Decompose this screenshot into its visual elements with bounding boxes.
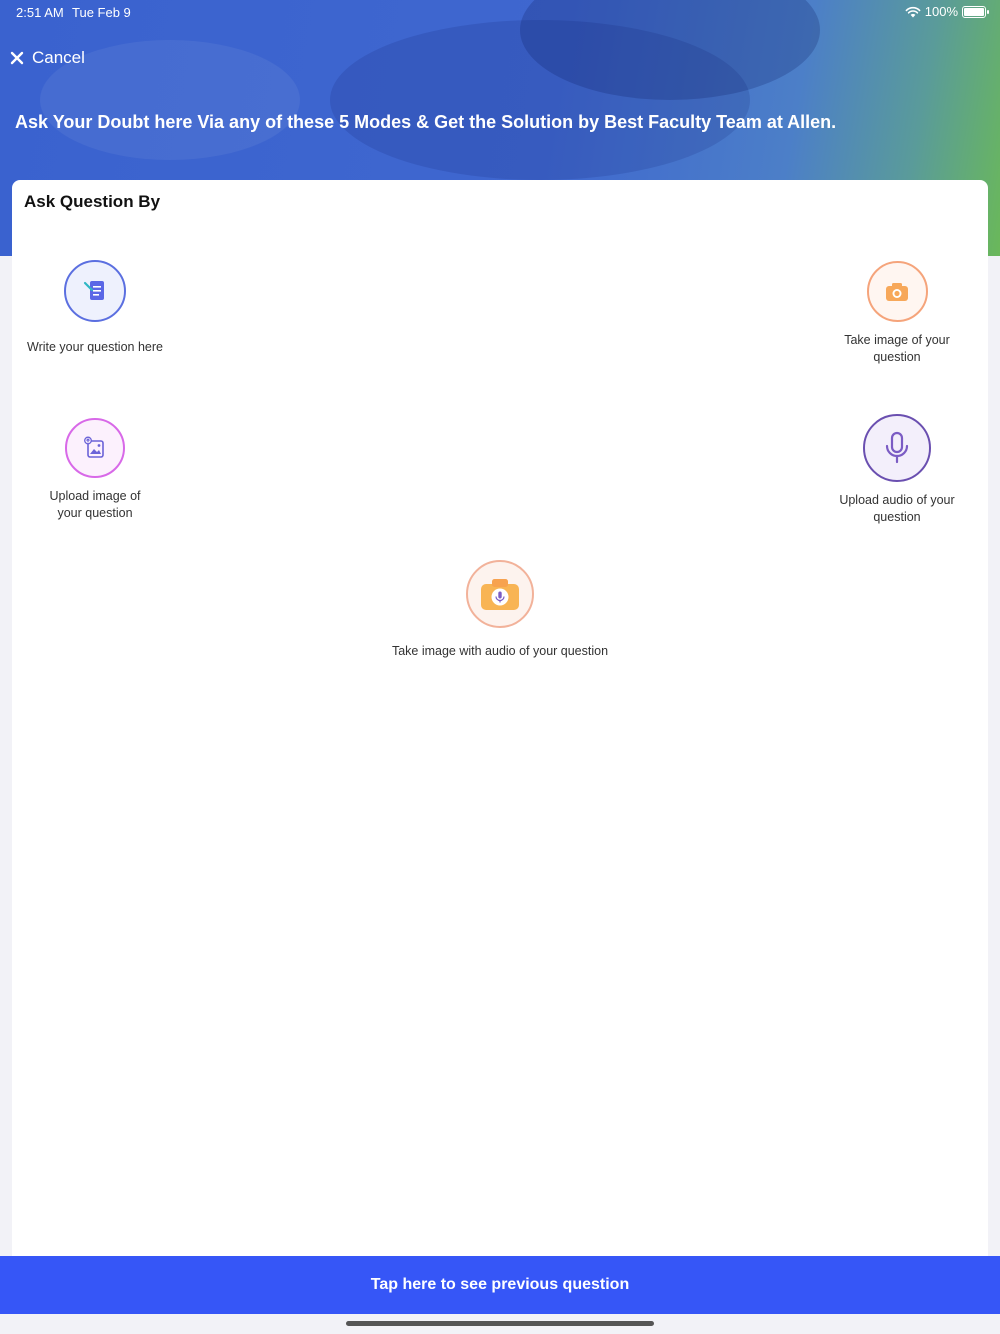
option-label: Upload audio of your question xyxy=(839,493,955,524)
card-title: Ask Question By xyxy=(24,192,161,211)
previous-question-button[interactable]: Tap here to see previous question xyxy=(0,1256,1000,1314)
write-question-option[interactable]: Write your question here xyxy=(20,260,170,356)
camera-icon xyxy=(866,261,928,322)
microphone-icon xyxy=(863,414,931,482)
page-headline: Ask Your Doubt here Via any of these 5 M… xyxy=(15,112,837,132)
option-label: Write your question here xyxy=(27,340,163,354)
ask-question-card: Ask Question By Write your question here… xyxy=(12,180,988,1260)
status-date: Tue Feb 9 xyxy=(72,5,131,20)
upload-image-option[interactable]: Upload image of your question xyxy=(40,418,150,522)
battery-icon xyxy=(962,5,989,18)
write-question-icon xyxy=(64,260,126,322)
wifi-icon xyxy=(905,6,921,17)
option-label: Upload image of your question xyxy=(49,489,141,520)
option-label: Take image with audio of your question xyxy=(391,644,609,658)
upload-image-icon xyxy=(65,418,125,478)
take-image-audio-option[interactable]: Take image with audio of your question xyxy=(370,560,630,660)
status-time: 2:51 AM xyxy=(16,5,64,20)
option-label: Take image of your question xyxy=(844,333,950,364)
close-icon xyxy=(10,51,24,65)
take-image-option[interactable]: Take image of your question xyxy=(837,261,957,366)
cancel-button[interactable]: Cancel xyxy=(10,44,85,72)
home-indicator xyxy=(346,1321,654,1326)
status-bar: 2:51 AM Tue Feb 9 100% xyxy=(0,0,1000,24)
upload-audio-option[interactable]: Upload audio of your question xyxy=(837,414,957,526)
camera-audio-icon xyxy=(466,560,534,628)
cancel-label: Cancel xyxy=(32,48,85,67)
battery-percent: 100% xyxy=(924,4,958,19)
